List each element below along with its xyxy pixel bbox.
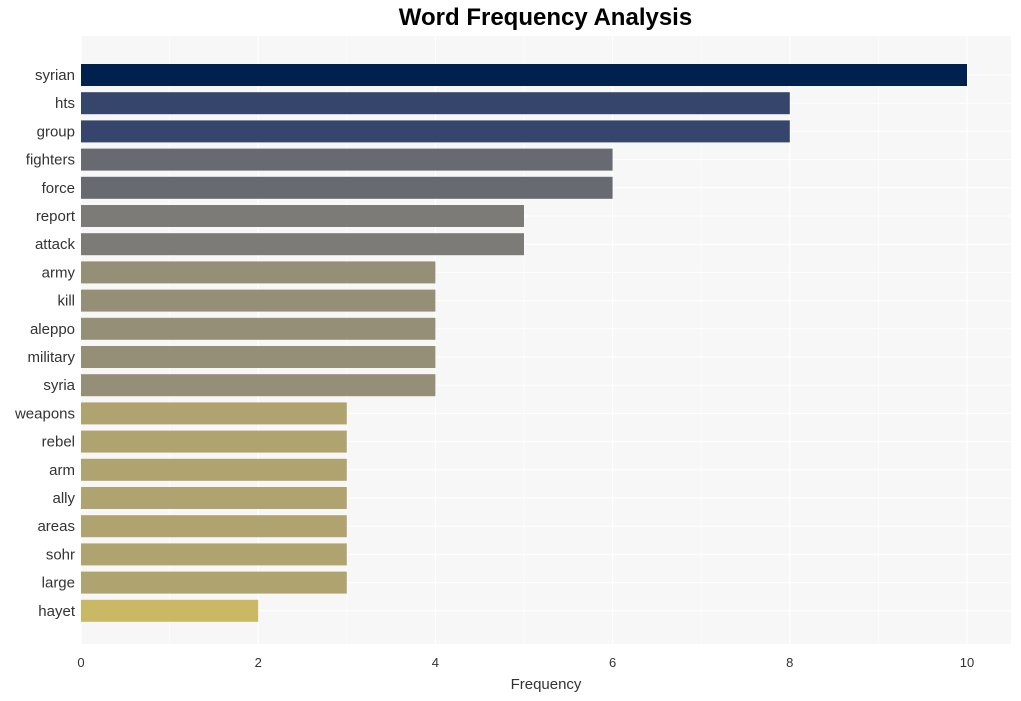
x-tick-label: 4 [432, 655, 439, 670]
y-tick-label: military [28, 349, 76, 366]
x-tick-label: 2 [255, 655, 262, 670]
y-tick-label: areas [37, 518, 75, 535]
y-tick-label: syria [43, 377, 75, 394]
y-tick-label: kill [58, 293, 76, 310]
bar-military [81, 346, 436, 368]
bar-hts [81, 92, 790, 115]
y-tick-label: arm [49, 462, 75, 479]
bar-weapons [81, 402, 347, 425]
y-tick-label: rebel [42, 434, 75, 451]
y-tick-label: weapons [14, 405, 75, 422]
bar-rebel [81, 430, 347, 453]
x-tick-label: 0 [77, 655, 84, 670]
bar-sohr [81, 543, 347, 566]
bar-large [81, 571, 347, 594]
y-tick-label: aleppo [30, 321, 75, 338]
y-tick-label: report [36, 208, 76, 225]
y-tick-label: fighters [26, 152, 75, 169]
y-tick-label: ally [52, 490, 75, 507]
bar-syrian [81, 64, 967, 86]
bar-group [81, 120, 790, 143]
bar-areas [81, 515, 347, 538]
y-tick-label: attack [35, 236, 76, 253]
bar-ally [81, 487, 347, 509]
bar-fighters [81, 148, 613, 171]
y-tick-label: hts [55, 95, 75, 112]
bar-kill [81, 289, 436, 312]
x-tick-label: 8 [786, 655, 793, 670]
bar-chart: syrian hts group fighters force report attack a… [14, 36, 1011, 693]
y-tick-label: army [42, 264, 76, 281]
bar-army [81, 261, 436, 284]
bar-aleppo [81, 317, 436, 340]
y-tick-label: sohr [46, 546, 75, 563]
x-axis-ticks: 0 2 4 6 8 10 [77, 655, 974, 670]
bar-report [81, 205, 524, 227]
x-axis-label: Frequency [511, 676, 582, 693]
y-tick-label: force [42, 180, 75, 197]
bar-force [81, 176, 613, 199]
x-tick-label: 6 [609, 655, 616, 670]
y-axis-labels: syrian hts group fighters force report attack a… [14, 67, 76, 620]
y-tick-label: hayet [38, 603, 76, 620]
y-tick-label: group [37, 123, 75, 140]
y-tick-label: syrian [35, 67, 75, 84]
y-tick-label: large [42, 575, 75, 592]
bar-attack [81, 233, 524, 256]
x-tick-label: 10 [960, 655, 974, 670]
bar-syria [81, 374, 436, 397]
bar-arm [81, 458, 347, 481]
bar-hayet [81, 599, 259, 622]
